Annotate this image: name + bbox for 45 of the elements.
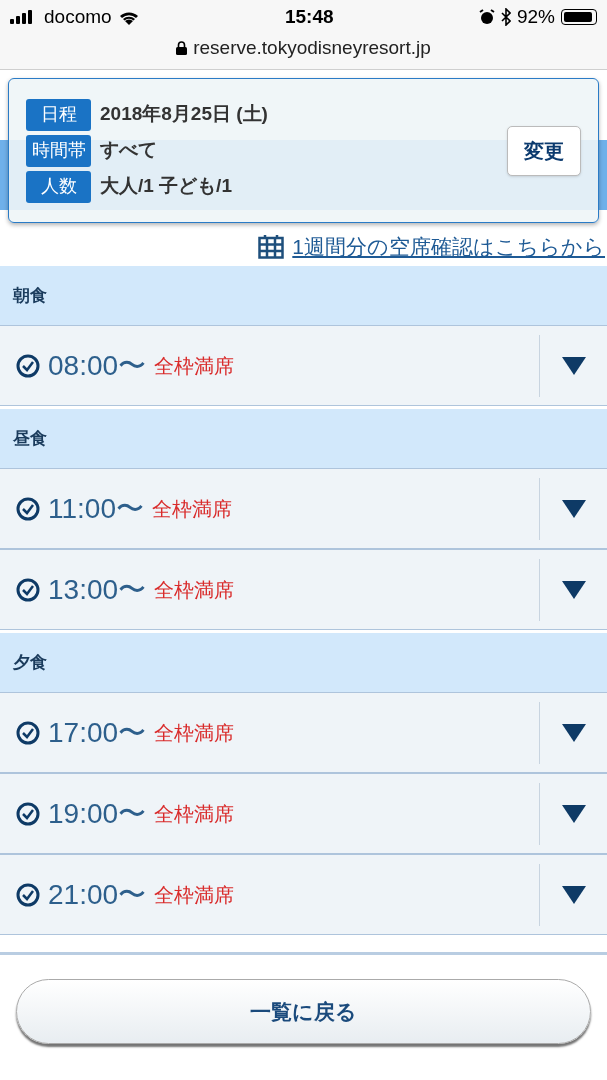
alarm-icon [478, 9, 495, 25]
summary-label: 日程 [26, 98, 91, 131]
time-slot-row[interactable]: 11:00〜 全枠満席 [0, 468, 607, 549]
time-slot-row[interactable]: 21:00〜 全枠満席 [0, 854, 607, 935]
slot-time: 21:00〜 [48, 877, 147, 912]
expand-icon[interactable] [561, 885, 586, 904]
battery-icon [561, 9, 597, 25]
slot-time: 08:00〜 [48, 348, 147, 383]
slot-time: 17:00〜 [48, 715, 147, 750]
availability-status: 全枠満席 [154, 577, 235, 603]
summary-value: 2018年8月25日 (土) [100, 102, 268, 127]
time-slot-row[interactable]: 08:00〜 全枠満席 [0, 325, 607, 406]
slot-time: 19:00〜 [48, 796, 147, 831]
slot-time: 13:00〜 [48, 572, 147, 607]
battery-percent: 92% [516, 4, 555, 29]
time-slot-row[interactable]: 19:00〜 全枠満席 [0, 773, 607, 854]
availability-status: 全枠満席 [152, 496, 232, 522]
slot-time: 11:00〜 [48, 491, 144, 526]
carrier-name: docomo [44, 4, 112, 29]
summary-value: 大人/1 子ども/1 [100, 174, 232, 199]
availability-status: 全枠満席 [154, 801, 235, 827]
back-to-list-button[interactable]: 一覧に戻る [16, 979, 591, 1044]
bluetooth-icon [500, 8, 511, 26]
meal-section-header: 昼食 [0, 409, 607, 468]
summary-label: 人数 [26, 170, 91, 203]
change-button[interactable]: 変更 [507, 125, 581, 176]
expand-icon[interactable] [561, 580, 586, 599]
expand-icon[interactable] [561, 499, 586, 518]
expand-icon[interactable] [561, 804, 586, 823]
url-text[interactable]: reserve.tokyodisneyresort.jp [193, 34, 431, 63]
meal-section-header: 夕食 [0, 633, 607, 692]
availability-status: 全枠満席 [154, 720, 235, 746]
time-slot-row[interactable]: 13:00〜 全枠満席 [0, 549, 607, 630]
time-slot-row[interactable]: 17:00〜 全枠満席 [0, 692, 607, 773]
clock-time: 15:48 [285, 4, 334, 29]
meal-section-header: 朝食 [0, 266, 607, 325]
weekly-availability-link[interactable]: 1週間分の空席確認はこちらから [292, 230, 605, 263]
expand-icon[interactable] [561, 723, 586, 742]
lock-icon [176, 41, 188, 56]
availability-status: 全枠満席 [154, 353, 235, 379]
availability-status: 全枠満席 [154, 882, 235, 908]
summary-value: すべて [100, 138, 157, 163]
expand-icon[interactable] [561, 356, 586, 375]
calendar-icon [258, 234, 285, 259]
summary-label: 時間帯 [26, 134, 91, 167]
